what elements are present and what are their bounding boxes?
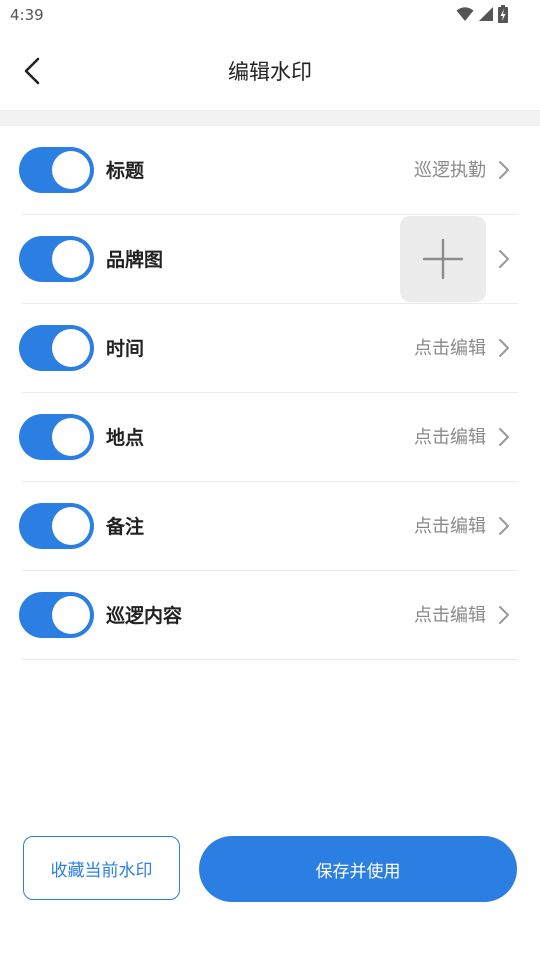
toggle-knob (52, 507, 90, 545)
field-label: 巡逻内容 (106, 605, 183, 627)
field-row-title[interactable]: 标题 巡逻执勤 (0, 126, 540, 215)
battery-charging-icon (498, 5, 508, 23)
field-label: 地点 (106, 427, 145, 449)
field-value[interactable]: 点击编辑 (414, 423, 486, 449)
field-label: 时间 (106, 338, 145, 360)
signal-icon (479, 7, 493, 21)
chevron-right-icon[interactable] (498, 248, 510, 270)
chevron-right-icon[interactable] (498, 337, 510, 359)
field-value[interactable]: 点击编辑 (414, 512, 486, 538)
watermark-field-list: 标题 巡逻执勤 品牌图 时间 点击编辑 地点 点击编辑 备注 点击编辑 巡逻内容… (0, 126, 540, 660)
field-toggle[interactable] (19, 503, 94, 549)
field-row-location[interactable]: 地点 点击编辑 (0, 393, 540, 482)
field-row-patrol-content[interactable]: 巡逻内容 点击编辑 (0, 571, 540, 660)
field-value[interactable]: 点击编辑 (414, 334, 486, 360)
wifi-icon (456, 7, 474, 21)
field-row-remark[interactable]: 备注 点击编辑 (0, 482, 540, 571)
toggle-knob (52, 240, 90, 278)
plus-icon (422, 238, 464, 280)
field-label: 标题 (106, 160, 145, 182)
header: 编辑水印 (0, 32, 540, 110)
field-row-time[interactable]: 时间 点击编辑 (0, 304, 540, 393)
brand-image-picker[interactable] (400, 216, 486, 302)
field-label: 备注 (106, 516, 145, 538)
toggle-knob (52, 151, 90, 189)
field-row-brand-image[interactable]: 品牌图 (0, 215, 540, 304)
chevron-right-icon[interactable] (498, 515, 510, 537)
page-title: 编辑水印 (228, 60, 312, 84)
save-and-use-button[interactable]: 保存并使用 (199, 836, 517, 902)
field-toggle[interactable] (19, 592, 94, 638)
toggle-knob (52, 418, 90, 456)
status-time: 4:39 (10, 6, 44, 24)
status-icons (456, 5, 508, 23)
field-value[interactable]: 点击编辑 (414, 601, 486, 627)
field-toggle[interactable] (19, 147, 94, 193)
field-value[interactable]: 巡逻执勤 (414, 156, 486, 182)
field-toggle[interactable] (19, 414, 94, 460)
field-toggle[interactable] (19, 236, 94, 282)
field-toggle[interactable] (19, 325, 94, 371)
chevron-right-icon[interactable] (498, 159, 510, 181)
chevron-right-icon[interactable] (498, 604, 510, 626)
status-bar: 4:39 (0, 0, 540, 32)
toggle-knob (52, 596, 90, 634)
field-label: 品牌图 (106, 249, 164, 271)
favorite-watermark-button[interactable]: 收藏当前水印 (23, 836, 180, 900)
section-separator (0, 110, 540, 126)
chevron-right-icon[interactable] (498, 426, 510, 448)
divider (22, 659, 518, 660)
toggle-knob (52, 329, 90, 367)
